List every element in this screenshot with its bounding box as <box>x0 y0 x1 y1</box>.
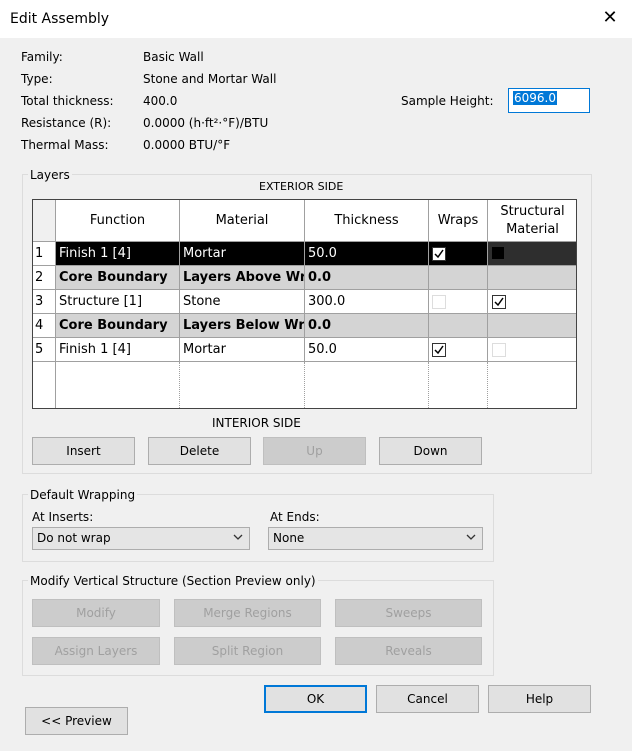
cell-material[interactable]: Stone <box>180 290 305 314</box>
at-ends-select[interactable]: None <box>268 527 483 550</box>
cell-thickness[interactable]: 0.0 <box>305 314 429 338</box>
type-label: Type: <box>21 72 53 86</box>
cell-function[interactable]: Structure [1] <box>56 290 180 314</box>
checkmark-icon <box>434 249 444 259</box>
sample-height-value: 6096.0 <box>513 91 557 105</box>
thickness-label: Total thickness: <box>21 94 114 108</box>
cell-function[interactable]: Core Boundary <box>56 314 180 338</box>
wraps-checkbox[interactable] <box>432 247 446 261</box>
ok-button[interactable]: OK <box>264 685 367 713</box>
structural-checkbox[interactable] <box>492 295 506 309</box>
delete-button[interactable]: Delete <box>148 437 251 465</box>
default-wrapping-label: Default Wrapping <box>28 488 138 502</box>
thickness-value: 400.0 <box>143 94 178 108</box>
cell-thickness[interactable]: 0.0 <box>305 266 429 290</box>
checkmark-icon <box>434 345 444 355</box>
thermal-mass-value: 0.0000 BTU/°F <box>143 138 231 152</box>
down-button[interactable]: Down <box>379 437 482 465</box>
table-corner <box>33 200 56 242</box>
row-number[interactable]: 4 <box>33 314 56 338</box>
merge-regions-button[interactable]: Merge Regions <box>174 599 321 627</box>
cell-function[interactable]: Finish 1 [4] <box>56 338 180 362</box>
structural-checkbox[interactable] <box>492 343 506 357</box>
at-inserts-label: At Inserts: <box>32 510 94 524</box>
empty-cell <box>305 362 429 408</box>
at-inserts-value: Do not wrap <box>37 531 111 545</box>
cell-material[interactable]: Layers Above Wr <box>180 266 305 290</box>
row-number[interactable]: 5 <box>33 338 56 362</box>
cell-thickness[interactable]: 50.0 <box>305 242 429 266</box>
wraps-checkbox[interactable] <box>432 295 446 309</box>
modify-vertical-label: Modify Vertical Structure (Section Previ… <box>28 574 318 588</box>
window-title: Edit Assembly <box>10 11 110 27</box>
preview-button[interactable]: << Preview <box>25 707 128 735</box>
help-button[interactable]: Help <box>488 685 591 713</box>
cell-wraps <box>429 314 488 338</box>
interior-side-label: INTERIOR SIDE <box>212 416 301 430</box>
wraps-checkbox[interactable] <box>432 343 446 357</box>
layers-group-label: Layers <box>28 168 72 182</box>
cell-wraps <box>429 266 488 290</box>
close-button[interactable]: ✕ <box>598 6 622 30</box>
empty-cell <box>56 362 180 408</box>
modify-button[interactable]: Modify <box>32 599 160 627</box>
chevron-down-icon <box>233 534 243 540</box>
col-header-function[interactable]: Function <box>56 200 180 242</box>
checkmark-icon <box>494 297 504 307</box>
cell-thickness[interactable]: 300.0 <box>305 290 429 314</box>
insert-button[interactable]: Insert <box>32 437 135 465</box>
at-inserts-select[interactable]: Do not wrap <box>32 527 250 550</box>
split-region-button[interactable]: Split Region <box>174 637 321 665</box>
resistance-value: 0.0000 (h·ft²·°F)/BTU <box>143 116 269 130</box>
up-button[interactable]: Up <box>263 437 366 465</box>
cell-function[interactable]: Core Boundary <box>56 266 180 290</box>
empty-cell <box>488 362 576 408</box>
col-header-structural-material[interactable]: Structural Material <box>488 200 576 242</box>
resistance-label: Resistance (R): <box>21 116 112 130</box>
close-icon: ✕ <box>602 7 618 28</box>
sample-height-label: Sample Height: <box>401 94 494 108</box>
cell-thickness[interactable]: 50.0 <box>305 338 429 362</box>
col-header-thickness[interactable]: Thickness <box>305 200 429 242</box>
cell-function[interactable]: Finish 1 [4] <box>56 242 180 266</box>
col-header-wraps[interactable]: Wraps <box>429 200 488 242</box>
row-number[interactable]: 3 <box>33 290 56 314</box>
family-value: Basic Wall <box>143 50 204 64</box>
cell-material[interactable]: Layers Below Wr <box>180 314 305 338</box>
sample-height-input[interactable]: 6096.0 <box>508 88 590 113</box>
family-label: Family: <box>21 50 63 64</box>
empty-cell <box>429 362 488 408</box>
empty-row-number <box>33 362 56 408</box>
reveals-button[interactable]: Reveals <box>335 637 482 665</box>
cell-structural <box>488 314 576 338</box>
empty-cell <box>180 362 305 408</box>
cell-material[interactable]: Mortar <box>180 338 305 362</box>
chevron-down-icon <box>466 534 476 540</box>
row-number[interactable]: 1 <box>33 242 56 266</box>
exterior-side-label: EXTERIOR SIDE <box>259 180 344 193</box>
cancel-button[interactable]: Cancel <box>376 685 479 713</box>
structural-checkbox[interactable] <box>492 247 504 259</box>
col-header-material[interactable]: Material <box>180 200 305 242</box>
row-number[interactable]: 2 <box>33 266 56 290</box>
assign-layers-button[interactable]: Assign Layers <box>32 637 160 665</box>
cell-structural <box>488 266 576 290</box>
thermal-mass-label: Thermal Mass: <box>21 138 109 152</box>
at-ends-label: At Ends: <box>270 510 320 524</box>
sweeps-button[interactable]: Sweeps <box>335 599 482 627</box>
layers-table[interactable]: Function Material Thickness Wraps Struct… <box>32 199 577 409</box>
at-ends-value: None <box>273 531 305 545</box>
cell-material[interactable]: Mortar <box>180 242 305 266</box>
type-value: Stone and Mortar Wall <box>143 72 277 86</box>
